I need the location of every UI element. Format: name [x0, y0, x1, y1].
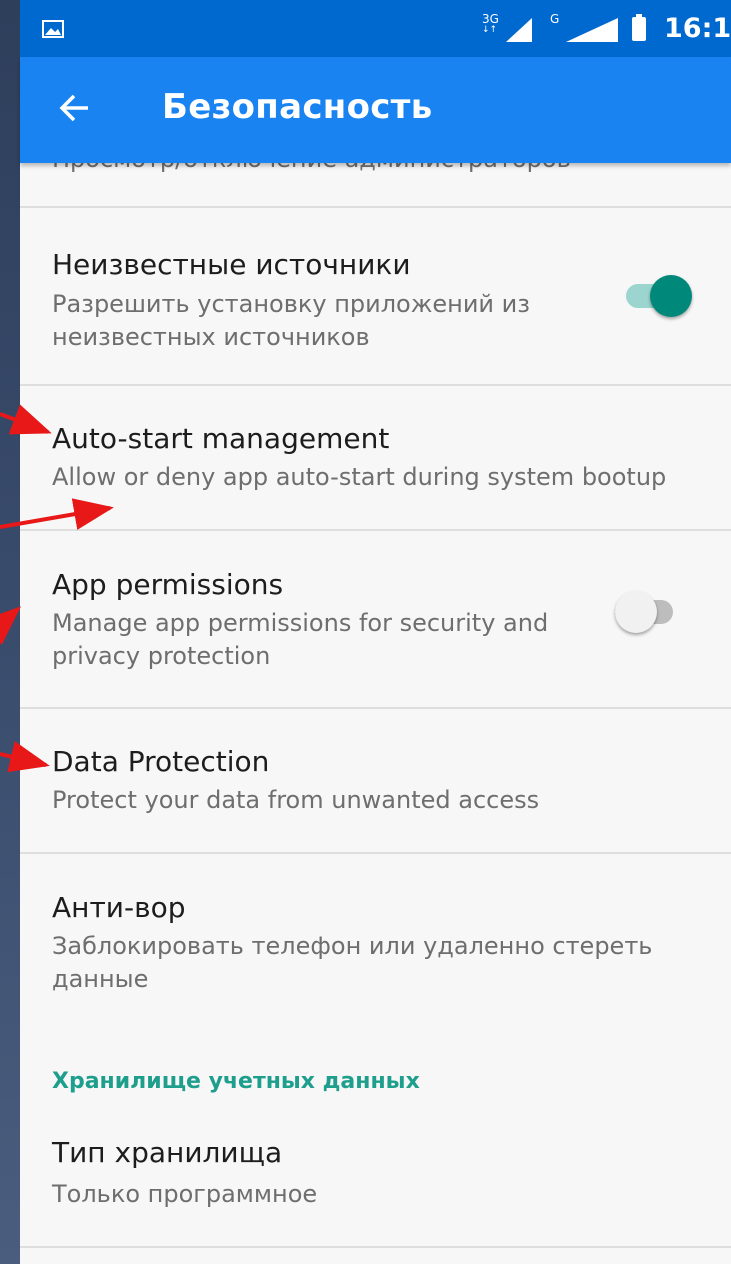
network-type-label: 3G ↓↑ — [482, 12, 499, 35]
annotation-arrow — [0, 606, 21, 645]
setting-title: Анти-вор — [52, 891, 186, 924]
setting-subtitle: Manage app permissions for security and … — [52, 609, 549, 670]
setting-subtitle: Заблокировать телефон или удаленно стере… — [52, 932, 653, 993]
network-type-label-2: G — [550, 12, 560, 26]
battery-icon — [632, 14, 646, 41]
app-permissions-toggle[interactable] — [615, 589, 685, 635]
settings-list: Просмотр/отключение администраторов Неиз… — [20, 163, 731, 1264]
toggle-thumb — [615, 591, 657, 633]
status-bar: 3G ↓↑ G 16:17 — [20, 0, 731, 57]
setting-title: Неизвестные источники — [52, 248, 411, 281]
partial-settings-item[interactable]: Просмотр/отключение администраторов — [52, 163, 571, 173]
setting-subtitle: Allow or deny app auto-start during syst… — [52, 463, 667, 491]
setting-unknown-sources[interactable]: Неизвестные источники Разрешить установк… — [20, 208, 731, 384]
clock: 16:17 — [664, 13, 731, 44]
arrow-left-icon[interactable] — [58, 91, 92, 125]
app-bar: Безопасность — [20, 57, 731, 163]
setting-title: App permissions — [52, 568, 284, 601]
setting-subtitle: Только программное — [52, 1180, 318, 1208]
signal-icon — [506, 18, 532, 42]
setting-title: Data Protection — [52, 745, 270, 778]
signal-icon — [566, 18, 618, 42]
setting-data-protection[interactable]: Data Protection Protect your data from u… — [20, 709, 731, 852]
page-title: Безопасность — [162, 87, 433, 127]
toggle-thumb — [650, 275, 692, 317]
setting-anti-theft[interactable]: Анти-вор Заблокировать телефон или удале… — [20, 854, 731, 1024]
divider — [20, 1246, 731, 1248]
setting-auto-start[interactable]: Auto-start management Allow or deny app … — [20, 386, 731, 529]
section-header-credential-storage: Хранилище учетных данных — [52, 1069, 420, 1094]
setting-title: Auto-start management — [52, 422, 390, 455]
setting-title: Тип хранилища — [52, 1136, 283, 1169]
unknown-sources-toggle[interactable] — [626, 273, 696, 319]
setting-subtitle: Разрешить установку приложений из неизве… — [52, 290, 530, 351]
setting-app-permissions[interactable]: App permissions Manage app permissions f… — [20, 531, 731, 707]
setting-storage-type[interactable]: Тип хранилища Только программное — [20, 1123, 731, 1243]
gallery-icon — [42, 20, 64, 38]
setting-subtitle: Protect your data from unwanted access — [52, 786, 540, 814]
